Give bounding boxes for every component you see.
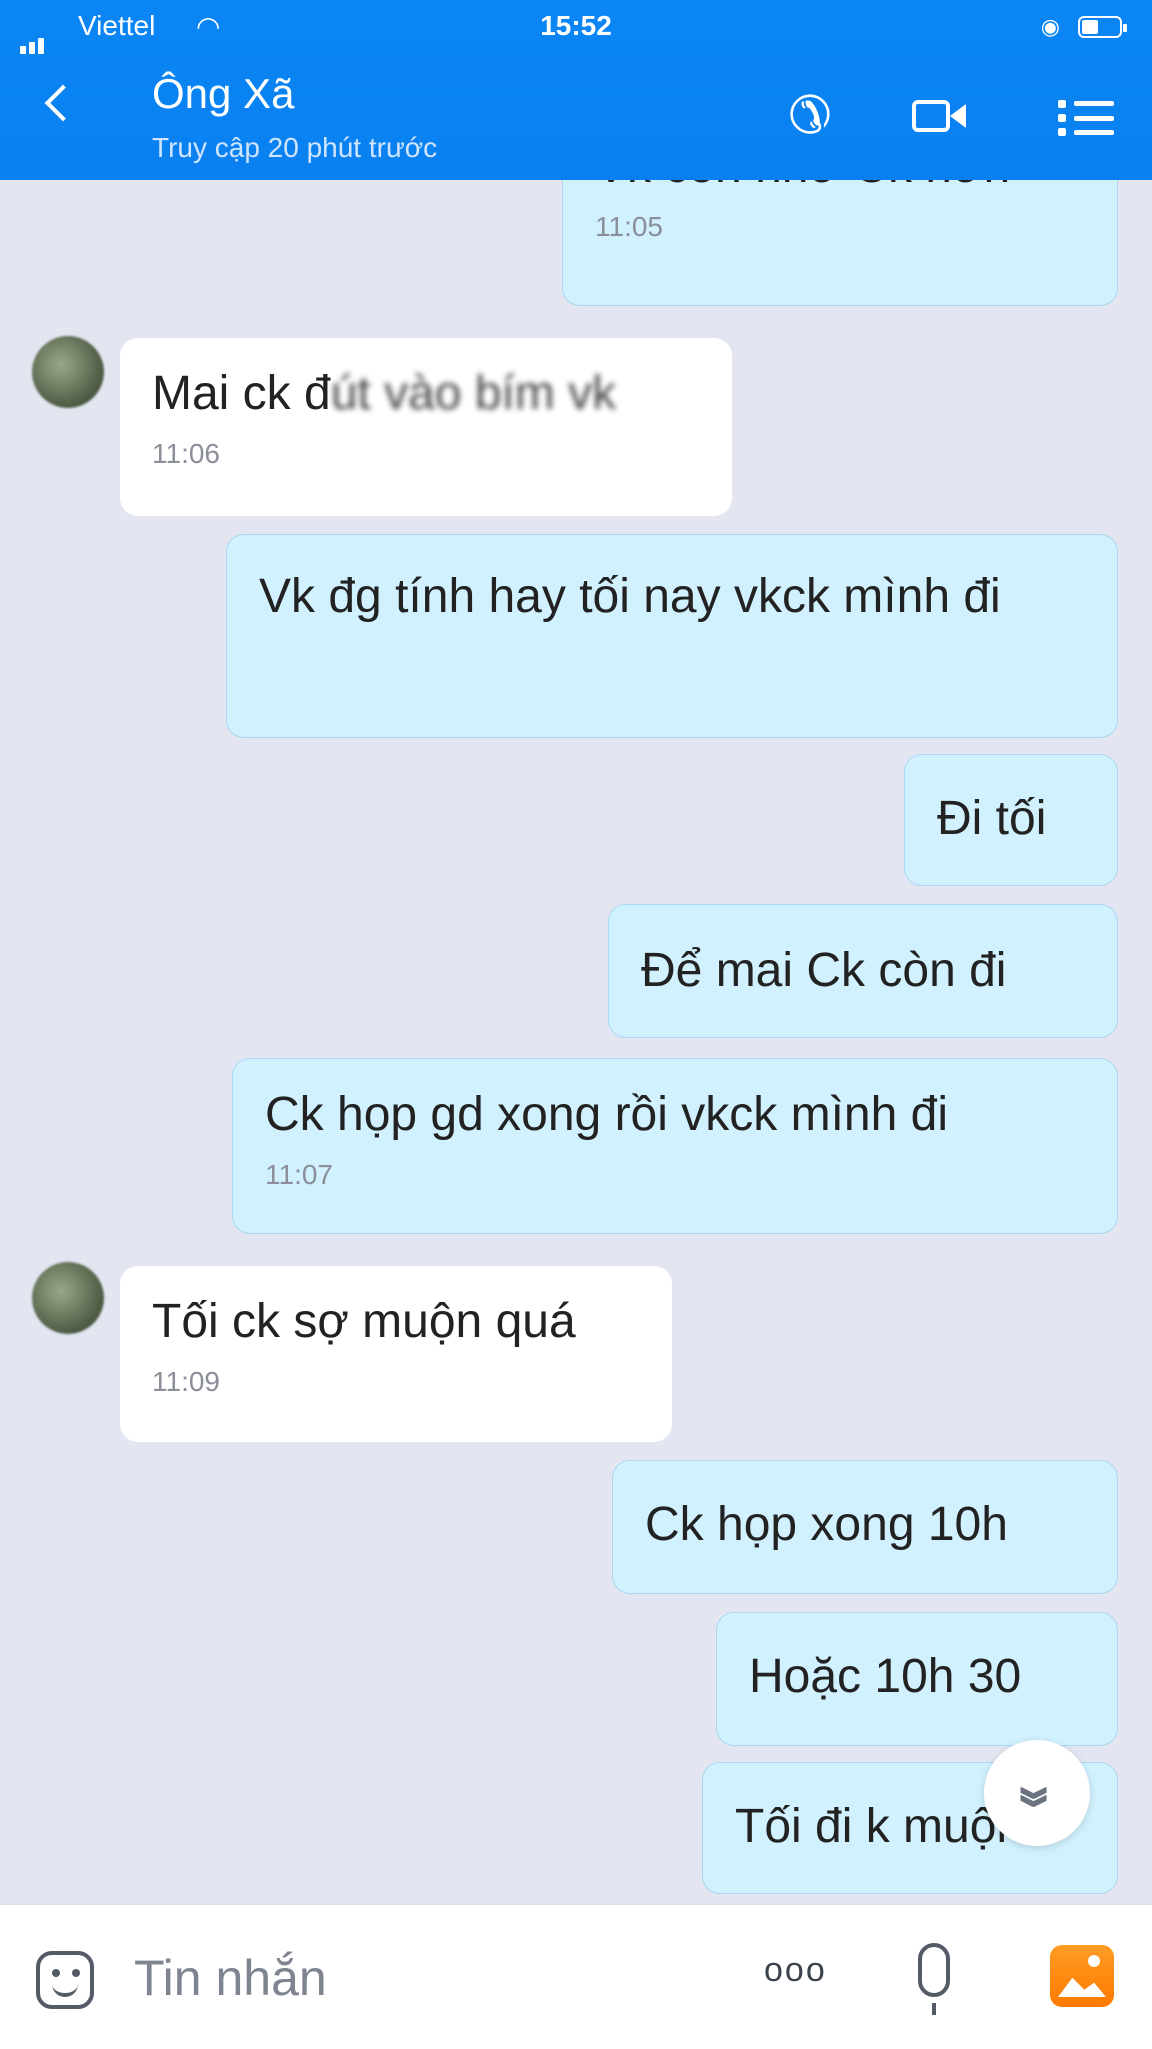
battery-icon [1078, 16, 1127, 38]
message-bubble-received[interactable]: Mai ck đút vào bím vk 11:06 [120, 338, 732, 516]
message-time: 11:05 [595, 211, 663, 242]
contact-avatar[interactable] [32, 336, 104, 408]
back-icon[interactable] [40, 86, 74, 120]
message-bubble-sent[interactable]: Vk đg tính hay tối nay vkck mình đi [226, 534, 1118, 738]
blurred-text: út vào bím vk [330, 367, 617, 420]
video-call-icon[interactable] [908, 86, 968, 146]
phone-icon[interactable]: ✆ [780, 86, 840, 146]
gallery-icon[interactable] [1050, 1945, 1114, 2007]
double-chevron-down-icon: ›› [1000, 1785, 1075, 1801]
message-text: Ck họp xong 10h [645, 1498, 1008, 1551]
more-icon[interactable]: ooo [764, 1951, 827, 1990]
message-time: 11:06 [152, 438, 220, 469]
message-text-visible: Mai ck đ [152, 367, 331, 420]
message-input-bar: Tin nhắn ooo [0, 1904, 1152, 2049]
message-text: Ck họp gd xong rồi vkck mình đi [265, 1088, 948, 1141]
message-text: Vk đg tính hay tối nay vkck mình đi [259, 570, 1001, 623]
sticker-icon[interactable] [36, 1951, 94, 2009]
message-bubble-sent[interactable]: Ck họp gd xong rồi vkck mình đi 11:07 [232, 1058, 1118, 1234]
orientation-lock-icon: ◉ [1040, 14, 1060, 39]
message-bubble-received[interactable]: Tối ck sợ muộn quá 11:09 [120, 1266, 672, 1442]
message-bubble-sent[interactable]: Ck họp xong 10h [612, 1460, 1118, 1594]
message-text: Mai ck đút vào bím vk [152, 360, 700, 428]
message-text: Hoặc 10h 30 [749, 1650, 1022, 1703]
message-bubble-sent[interactable]: Hoặc 10h 30 [716, 1612, 1118, 1746]
status-time: 15:52 [540, 10, 612, 41]
message-text: Tối ck sợ muộn quá [152, 1295, 576, 1348]
scroll-to-bottom-button[interactable]: ›› [984, 1740, 1090, 1846]
contact-name[interactable]: Ông Xã [152, 70, 294, 118]
microphone-icon[interactable] [918, 1943, 950, 2015]
message-bubble-sent[interactable]: Để mai Ck còn đi [608, 904, 1118, 1038]
menu-icon[interactable] [1058, 86, 1118, 146]
message-bubble-sent[interactable]: Đi tối [904, 754, 1118, 886]
message-text: Để mai Ck còn đi [641, 944, 1007, 997]
message-text: Đi tối [937, 792, 1047, 845]
message-input[interactable]: Tin nhắn [134, 1949, 327, 2007]
message-time: 11:07 [265, 1159, 333, 1190]
contact-last-seen: Truy cập 20 phút trước [152, 132, 438, 163]
chat-header: Viettel ◠ 15:52 ◉ Ông Xã Truy cập 20 phú… [0, 0, 1152, 180]
status-bar: Viettel ◠ 15:52 ◉ [0, 8, 1152, 54]
message-time: 11:09 [152, 1366, 220, 1397]
contact-avatar[interactable] [32, 1262, 104, 1334]
